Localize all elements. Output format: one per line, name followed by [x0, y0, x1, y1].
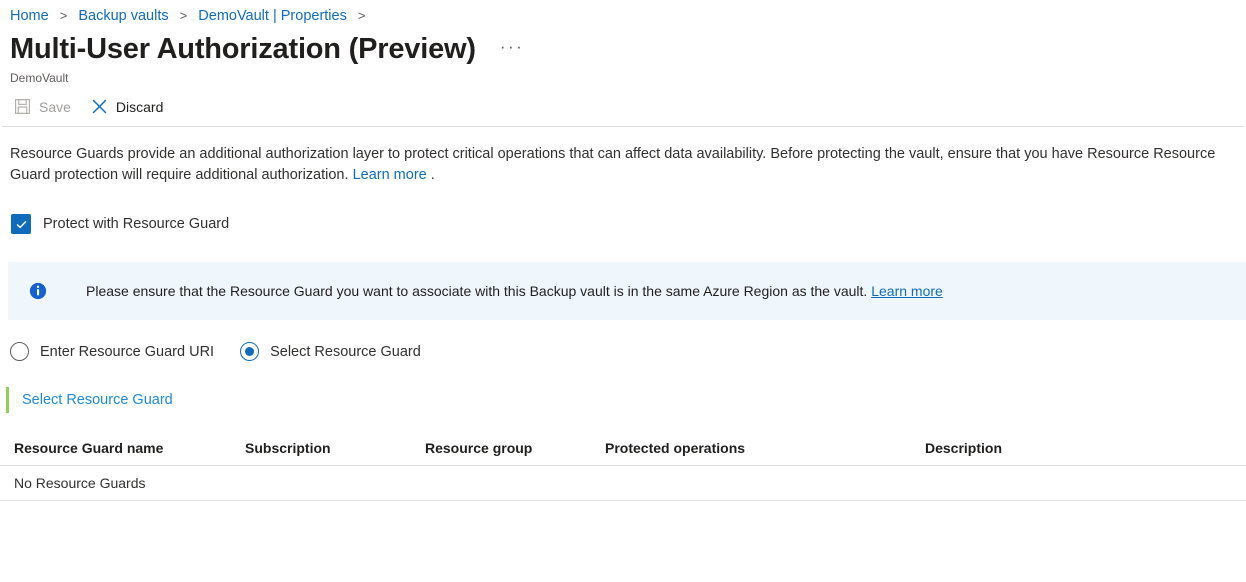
command-toolbar: Save Discard: [0, 86, 1246, 126]
checkbox-label: Protect with Resource Guard: [43, 216, 229, 232]
save-floppy-icon: [14, 98, 31, 115]
checkmark-icon: [15, 218, 28, 231]
protect-with-resource-guard-checkbox[interactable]: Protect with Resource Guard: [0, 186, 229, 234]
close-x-icon: [91, 98, 108, 115]
breadcrumb-item-backup-vaults[interactable]: Backup vaults: [78, 8, 168, 24]
radio-circle-selected-icon[interactable]: [240, 342, 259, 361]
breadcrumb-item-demovault-properties[interactable]: DemoVault | Properties: [198, 8, 347, 24]
discard-button-label: Discard: [116, 99, 163, 115]
radio-label-select-guard: Select Resource Guard: [270, 344, 421, 360]
radio-circle-icon[interactable]: [10, 342, 29, 361]
info-banner: Please ensure that the Resource Guard yo…: [8, 262, 1246, 320]
page-subtitle: DemoVault: [0, 67, 1246, 86]
info-banner-message: Please ensure that the Resource Guard yo…: [86, 283, 867, 299]
radio-dot: [245, 347, 254, 356]
select-resource-guard-link-row[interactable]: Select Resource Guard: [6, 387, 173, 413]
radio-label-enter-uri: Enter Resource Guard URI: [40, 344, 214, 360]
resource-guard-source-radio-group: Enter Resource Guard URI Select Resource…: [0, 320, 1246, 361]
breadcrumb-separator: >: [351, 8, 373, 23]
info-banner-text: Please ensure that the Resource Guard yo…: [86, 281, 943, 301]
accent-bar: [6, 387, 9, 413]
checkbox-box[interactable]: [11, 214, 31, 234]
column-header-protected-operations[interactable]: Protected operations: [605, 440, 925, 456]
table-empty-message: No Resource Guards: [0, 475, 245, 491]
breadcrumb-separator: >: [173, 8, 195, 23]
table-empty-row: No Resource Guards: [0, 466, 1246, 501]
description-body: Resource Guards provide an additional au…: [10, 146, 1215, 183]
select-resource-guard-link[interactable]: Select Resource Guard: [22, 392, 173, 408]
radio-select-resource-guard[interactable]: Select Resource Guard: [240, 342, 421, 361]
page-header: Multi-User Authorization (Preview) ···: [0, 25, 1246, 67]
column-header-description[interactable]: Description: [925, 440, 1225, 456]
save-button-label: Save: [39, 99, 71, 115]
table-header-row: Resource Guard name Subscription Resourc…: [0, 440, 1246, 466]
breadcrumb-item-home[interactable]: Home: [10, 8, 49, 24]
page-title: Multi-User Authorization (Preview): [10, 31, 476, 67]
more-options-icon[interactable]: ···: [500, 41, 524, 53]
discard-button[interactable]: Discard: [91, 98, 163, 115]
info-banner-learn-more-link[interactable]: Learn more: [871, 283, 943, 299]
column-header-subscription[interactable]: Subscription: [245, 440, 425, 456]
radio-enter-resource-guard-uri[interactable]: Enter Resource Guard URI: [10, 342, 214, 361]
description-tail: .: [431, 167, 435, 183]
save-button[interactable]: Save: [14, 98, 71, 115]
learn-more-link[interactable]: Learn more: [353, 167, 427, 183]
description-text: Resource Guards provide an additional au…: [0, 127, 1246, 186]
breadcrumb-separator: >: [53, 8, 75, 23]
column-header-resource-guard-name[interactable]: Resource Guard name: [0, 440, 245, 456]
breadcrumb: Home > Backup vaults > DemoVault | Prope…: [0, 0, 1246, 25]
resource-guards-table: Resource Guard name Subscription Resourc…: [0, 440, 1246, 501]
column-header-resource-group[interactable]: Resource group: [425, 440, 605, 456]
info-circle-icon: [29, 282, 47, 300]
